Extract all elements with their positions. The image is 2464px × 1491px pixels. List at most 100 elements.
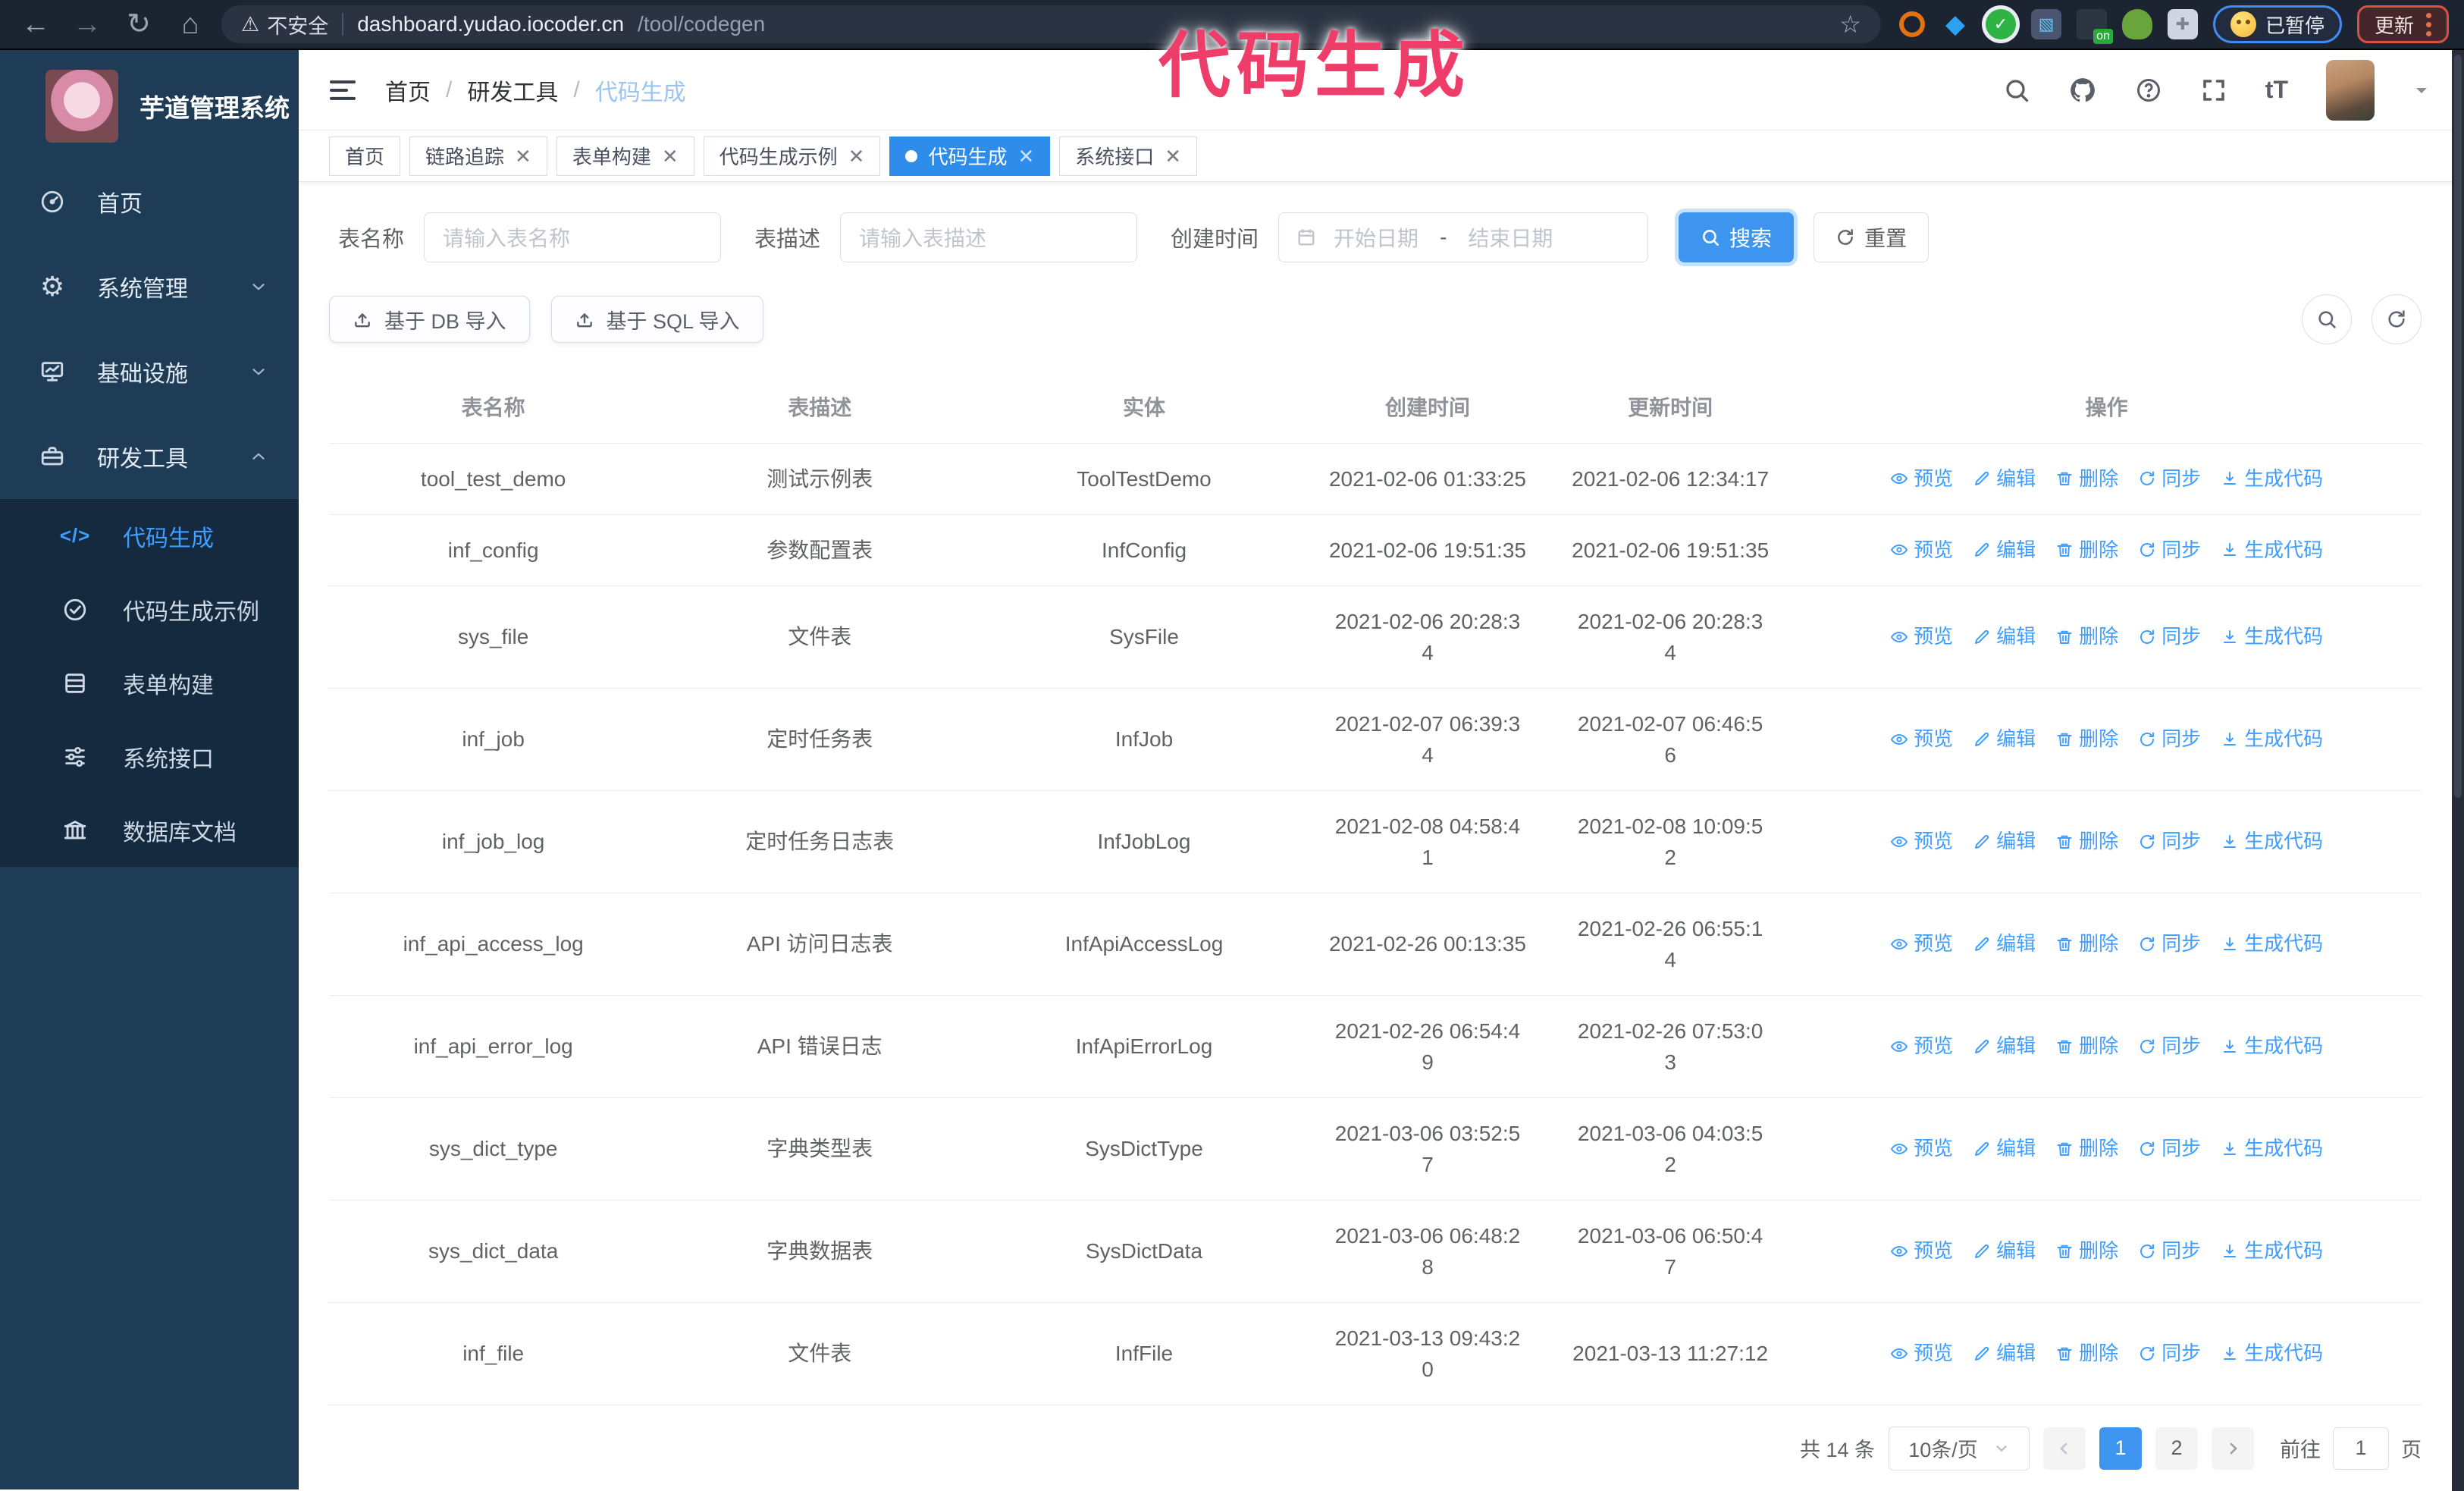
close-icon[interactable]: ✕ xyxy=(662,146,679,166)
sidebar-subitem-代码生成[interactable]: </> 代码生成 xyxy=(0,499,299,573)
goto-page-input[interactable]: 1 xyxy=(2333,1427,2389,1470)
edit-link[interactable]: 编辑 xyxy=(1973,928,2036,959)
close-icon[interactable]: ✕ xyxy=(1017,146,1034,166)
preview-link[interactable]: 预览 xyxy=(1890,826,1953,857)
extension-icon-gem[interactable]: ◆ xyxy=(1940,9,1970,39)
import-sql-button[interactable]: 基于 SQL 导入 xyxy=(550,296,763,343)
extension-icon-grid[interactable]: ▧ xyxy=(2030,9,2061,39)
date-range-picker[interactable]: 开始日期 - 结束日期 xyxy=(1278,212,1649,262)
extension-icon-green-check[interactable]: ✓ xyxy=(1985,9,2016,39)
tab-表单构建[interactable]: 表单构建 ✕ xyxy=(556,136,694,176)
sidebar-subitem-代码生成示例[interactable]: 代码生成示例 xyxy=(0,573,299,646)
tab-系统接口[interactable]: 系统接口 ✕ xyxy=(1059,136,1198,176)
reset-button[interactable]: 重置 xyxy=(1814,212,1930,262)
breadcrumb-home[interactable]: 首页 xyxy=(385,74,431,107)
sync-link[interactable]: 同步 xyxy=(2138,928,2201,959)
security-warning[interactable]: ⚠ 不安全 xyxy=(241,10,328,39)
browser-update-button[interactable]: 更新 xyxy=(2356,5,2449,43)
close-icon[interactable]: ✕ xyxy=(848,146,865,166)
import-db-button[interactable]: 基于 DB 导入 xyxy=(329,296,530,343)
preview-link[interactable]: 预览 xyxy=(1890,724,1953,755)
toggle-search-button search-icon[interactable] xyxy=(2302,294,2352,344)
edit-link[interactable]: 编辑 xyxy=(1973,826,2036,857)
fullscreen-icon[interactable] xyxy=(2200,77,2227,104)
edit-link[interactable]: 编辑 xyxy=(1973,535,2036,566)
reload-icon[interactable]: ↻ xyxy=(118,10,159,39)
page-scrollbar[interactable] xyxy=(2452,50,2464,1491)
sidebar-subitem-数据库文档[interactable]: 数据库文档 xyxy=(0,793,299,867)
sidebar-subitem-表单构建[interactable]: 表单构建 xyxy=(0,646,299,720)
preview-link[interactable]: 预览 xyxy=(1890,1031,1953,1062)
extension-icon-orange[interactable] xyxy=(1898,11,1925,37)
close-icon[interactable]: ✕ xyxy=(515,146,531,166)
preview-link[interactable]: 预览 xyxy=(1890,928,1953,959)
delete-link[interactable]: 删除 xyxy=(2055,1031,2118,1062)
edit-link[interactable]: 编辑 xyxy=(1973,1235,2036,1267)
sync-link[interactable]: 同步 xyxy=(2138,724,2201,755)
delete-link[interactable]: 删除 xyxy=(2055,463,2118,494)
end-date-placeholder[interactable]: 结束日期 xyxy=(1468,222,1553,253)
chevron-down-icon[interactable] xyxy=(2412,81,2431,99)
search-icon[interactable] xyxy=(2003,77,2030,104)
help-icon[interactable] xyxy=(2135,77,2162,104)
edit-link[interactable]: 编辑 xyxy=(1973,724,2036,755)
sync-link[interactable]: 同步 xyxy=(2138,1133,2201,1164)
edit-link[interactable]: 编辑 xyxy=(1973,1338,2036,1369)
sidebar-logo-row[interactable]: 芋道管理系统 xyxy=(0,50,299,159)
search-button[interactable]: 搜索 xyxy=(1679,212,1795,262)
paused-extension-badge[interactable]: 已暂停 xyxy=(2212,5,2342,43)
browser-menu-icon[interactable] xyxy=(2426,12,2431,36)
home-icon[interactable]: ⌂ xyxy=(170,10,211,39)
back-arrow-icon[interactable]: ← xyxy=(15,10,56,39)
preview-link[interactable]: 预览 xyxy=(1890,1133,1953,1164)
delete-link[interactable]: 删除 xyxy=(2055,1133,2118,1164)
sync-link[interactable]: 同步 xyxy=(2138,1235,2201,1267)
fontsize-icon[interactable]: tT xyxy=(2265,76,2288,104)
page-size-select[interactable]: 10条/页 xyxy=(1889,1426,2030,1471)
sidebar-item-基础设施[interactable]: 基础设施 xyxy=(0,329,299,414)
edit-link[interactable]: 编辑 xyxy=(1973,463,2036,494)
generate-code-link[interactable]: 生成代码 xyxy=(2221,621,2323,652)
table-name-input[interactable]: 请输入表名称 xyxy=(424,212,722,262)
tab-代码生成示例[interactable]: 代码生成示例 ✕ xyxy=(703,136,881,176)
avatar[interactable] xyxy=(2326,59,2375,121)
generate-code-link[interactable]: 生成代码 xyxy=(2221,1133,2323,1164)
extension-icon-frog[interactable] xyxy=(2121,9,2152,39)
generate-code-link[interactable]: 生成代码 xyxy=(2221,463,2323,494)
sync-link[interactable]: 同步 xyxy=(2138,1031,2201,1062)
tab-链路追踪[interactable]: 链路追踪 ✕ xyxy=(409,136,547,176)
sync-link[interactable]: 同步 xyxy=(2138,621,2201,652)
preview-link[interactable]: 预览 xyxy=(1890,535,1953,566)
delete-link[interactable]: 删除 xyxy=(2055,1338,2118,1369)
table-desc-input[interactable]: 请输入表描述 xyxy=(840,212,1138,262)
sidebar-subitem-系统接口[interactable]: 系统接口 xyxy=(0,720,299,793)
preview-link[interactable]: 预览 xyxy=(1890,463,1953,494)
extension-icon-on-badge[interactable]: on xyxy=(2076,9,2113,44)
generate-code-link[interactable]: 生成代码 xyxy=(2221,724,2323,755)
close-icon[interactable]: ✕ xyxy=(1165,146,1181,166)
sync-link[interactable]: 同步 xyxy=(2138,826,2201,857)
sync-link[interactable]: 同步 xyxy=(2138,535,2201,566)
sidebar-item-系统管理[interactable]: ⚙ 系统管理 xyxy=(0,244,299,329)
sync-link[interactable]: 同步 xyxy=(2138,463,2201,494)
generate-code-link[interactable]: 生成代码 xyxy=(2221,1031,2323,1062)
edit-link[interactable]: 编辑 xyxy=(1973,621,2036,652)
preview-link[interactable]: 预览 xyxy=(1890,621,1953,652)
start-date-placeholder[interactable]: 开始日期 xyxy=(1334,222,1419,253)
puzzle-icon[interactable]: ✚ xyxy=(2167,9,2198,39)
forward-arrow-icon[interactable]: → xyxy=(67,10,108,39)
generate-code-link[interactable]: 生成代码 xyxy=(2221,1338,2323,1369)
page-button-2[interactable]: 2 xyxy=(2155,1427,2198,1470)
sidebar-item-首页[interactable]: 首页 xyxy=(0,159,299,244)
generate-code-link[interactable]: 生成代码 xyxy=(2221,1235,2323,1267)
delete-link[interactable]: 删除 xyxy=(2055,1235,2118,1267)
prev-page-button[interactable] xyxy=(2043,1427,2086,1470)
breadcrumb-tools[interactable]: 研发工具 xyxy=(467,74,558,107)
delete-link[interactable]: 删除 xyxy=(2055,928,2118,959)
generate-code-link[interactable]: 生成代码 xyxy=(2221,535,2323,566)
generate-code-link[interactable]: 生成代码 xyxy=(2221,826,2323,857)
generate-code-link[interactable]: 生成代码 xyxy=(2221,928,2323,959)
page-button-1[interactable]: 1 xyxy=(2099,1427,2142,1470)
tab-代码生成[interactable]: 代码生成 ✕ xyxy=(889,136,1051,176)
bookmark-star-icon[interactable]: ☆ xyxy=(1839,10,1861,39)
